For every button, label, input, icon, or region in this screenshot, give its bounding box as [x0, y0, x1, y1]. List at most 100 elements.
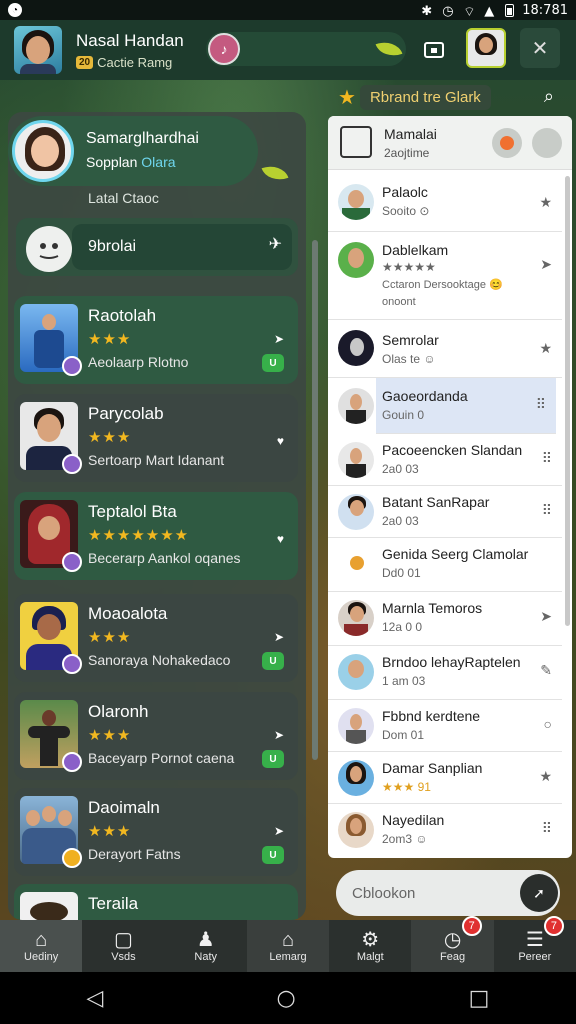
nav-clock[interactable]: ◷ Feag 7	[411, 916, 494, 972]
notification-badge: 7	[461, 916, 482, 936]
contact-row[interactable]: Genida Seerg Clamolar Dd0 01	[328, 538, 562, 592]
contact-row[interactable]: Pacoeencken Slandan 2a0 03 ⠿	[328, 434, 562, 486]
contact-avatar	[338, 388, 374, 424]
contact-row[interactable]: Nayedilan 2om3 ☺ ⠿	[328, 804, 562, 856]
contacts-sub: 2aojtime	[384, 146, 430, 160]
search-input[interactable]: 9brolai	[72, 224, 292, 270]
nav-house[interactable]: ⌂ Lemarg	[246, 920, 330, 972]
nav-label: Uediny	[24, 951, 59, 963]
profile-sub: Sopplan Olara	[86, 154, 176, 170]
list-item[interactable]: Olaronh ★★★ Baceyarp Pornot caena ➤ U	[14, 692, 298, 780]
card-desc: Becerarp Aankol oqanes	[88, 550, 241, 566]
contacts-scrollbar[interactable]	[565, 176, 570, 626]
contact-avatar	[338, 546, 374, 582]
status-bar: ◔ ✱ ◷ ⌔ ▲ 18:781	[0, 0, 576, 20]
send-icon[interactable]: ➤	[274, 728, 284, 742]
contact-row[interactable]: Dablelkam ★★★★★ Cctaron Dersooktage 😊 on…	[328, 234, 562, 320]
contact-row[interactable]: Marnla Temoros 12a 0 0 ➤	[328, 592, 562, 646]
pin-icon[interactable]: ✈	[269, 234, 282, 254]
menu-icon: ☰	[525, 929, 544, 951]
grid-icon[interactable]: ⠿	[536, 396, 546, 413]
pin-icon[interactable]: ✎	[540, 662, 552, 679]
bottom-nav: ⌂ Uediny ▢ Vsds ♟ Naty ⌂ Lemarg ⚙ Malgt …	[0, 916, 576, 972]
tablet-icon: ▢	[113, 929, 133, 951]
contact-row[interactable]: Brndoo lehayRaptelen 1 am 03 ✎	[328, 646, 562, 700]
verified-icon	[62, 654, 82, 674]
send-icon[interactable]: ➤	[540, 256, 552, 273]
list-item[interactable]: Teraila	[14, 884, 298, 920]
music-icon[interactable]: ♪	[208, 33, 240, 65]
add-contact-button[interactable]	[532, 128, 562, 158]
nav-person[interactable]: ♟ Naty	[165, 920, 247, 972]
status-badge: U	[262, 846, 284, 864]
search-icon[interactable]: ⌕	[544, 86, 554, 107]
nav-home[interactable]: ⌂ Uediny	[0, 920, 83, 972]
contact-row[interactable]: Batant SanRapar 2a0 03 ⠿	[328, 486, 562, 538]
wifi-icon: ⌔	[463, 5, 476, 20]
notification-button[interactable]	[492, 128, 522, 158]
house-icon: ⌂	[281, 929, 295, 951]
heart-icon[interactable]: ♥	[277, 434, 284, 448]
scrollbar[interactable]	[312, 240, 318, 760]
list-item[interactable]: Raotolah ★★★ Aeolaarp Rlotno ➤ U	[14, 296, 298, 384]
contact-row[interactable]: Semrolar Olas te ☺ ★	[328, 322, 562, 378]
back-icon[interactable]: ◁	[87, 986, 104, 1011]
circle-icon[interactable]: ○	[544, 716, 552, 732]
friend-avatar[interactable]	[466, 28, 506, 68]
star-icon[interactable]: ★	[539, 340, 552, 357]
contact-row[interactable]: Fbbnd kerdtene Dom 01 ○	[328, 700, 562, 752]
nav-menu[interactable]: ☰ Pereer 7	[494, 916, 576, 972]
list-item[interactable]: Daoimaln ★★★ Derayort Fatns ➤ U	[14, 788, 298, 876]
contact-avatar	[338, 812, 374, 848]
nav-label: Naty	[194, 951, 218, 963]
verified-icon	[62, 752, 82, 772]
contact-row[interactable]: Palaolc Sooito ⊙ ★	[328, 174, 562, 232]
contact-status: Gouin 0	[382, 408, 425, 422]
close-icon[interactable]: ✕	[520, 28, 560, 68]
send-icon[interactable]: ➤	[540, 608, 552, 625]
card-title: Teptalol Bta	[88, 502, 177, 521]
contact-status: Olas te ☺	[382, 352, 436, 366]
leaf-icon	[261, 160, 289, 186]
right-title[interactable]: Rbrand tre Glark	[359, 84, 491, 110]
contact-avatar	[338, 330, 374, 366]
card-title: Parycolab	[88, 404, 164, 423]
send-icon[interactable]: ➤	[274, 332, 284, 346]
home-button-icon[interactable]: ○	[276, 986, 295, 1011]
contact-row[interactable]: Damar Sanplian ★★★ 91 ★	[328, 752, 562, 804]
system-nav: ◁ ○ □	[0, 972, 576, 1024]
contact-name: Damar Sanplian	[382, 760, 483, 776]
recents-icon[interactable]: □	[469, 986, 490, 1011]
send-button[interactable]: ➚	[520, 874, 558, 912]
contact-row-selected[interactable]: Gaoeordanda Gouin 0 ⠿	[376, 378, 556, 434]
profile-card[interactable]: Samarglhardhai Sopplan Olara	[8, 116, 289, 186]
grid-icon[interactable]: ⠿	[542, 502, 552, 519]
contact-name: Batant SanRapar	[382, 494, 490, 510]
clock-time: 18:781	[522, 2, 568, 18]
profile-avatar	[12, 120, 74, 182]
list-item[interactable]: Teptalol Bta ★★★★★★★ Becerarp Aankol oqa…	[14, 492, 298, 580]
group-icon	[340, 126, 372, 158]
list-item[interactable]: Moaoalota ★★★ Sanoraya Nohakedaco ➤ U	[14, 594, 298, 682]
nav-settings[interactable]: ⚙ Malgt	[329, 920, 411, 972]
heart-icon[interactable]: ♥	[277, 532, 284, 546]
rating-stars: ★★★	[88, 629, 132, 646]
card-title: Raotolah	[88, 306, 157, 325]
contact-status: 1 am 03	[382, 674, 426, 688]
verified-icon	[62, 454, 82, 474]
camera-icon[interactable]	[418, 34, 450, 66]
star-icon[interactable]: ★	[539, 768, 552, 785]
user-avatar[interactable]	[14, 26, 62, 74]
send-icon[interactable]: ➤	[274, 824, 284, 838]
alarm-icon: ◷	[442, 4, 454, 19]
rating-stars: ★★★★★★★	[88, 527, 190, 544]
list-item[interactable]: Parycolab ★★★ Sertoarp Mart Idanant ♥	[14, 394, 298, 482]
card-desc: Aeolaarp Rlotno	[88, 354, 189, 370]
nav-tablet[interactable]: ▢ Vsds	[82, 920, 164, 972]
star-icon[interactable]: ★	[539, 194, 552, 211]
rating-stars: ★★★	[88, 429, 132, 446]
send-icon[interactable]: ➤	[274, 630, 284, 644]
grid-icon[interactable]: ⠿	[542, 450, 552, 467]
card-desc: Derayort Fatns	[88, 846, 181, 862]
grid-icon[interactable]: ⠿	[542, 820, 552, 837]
